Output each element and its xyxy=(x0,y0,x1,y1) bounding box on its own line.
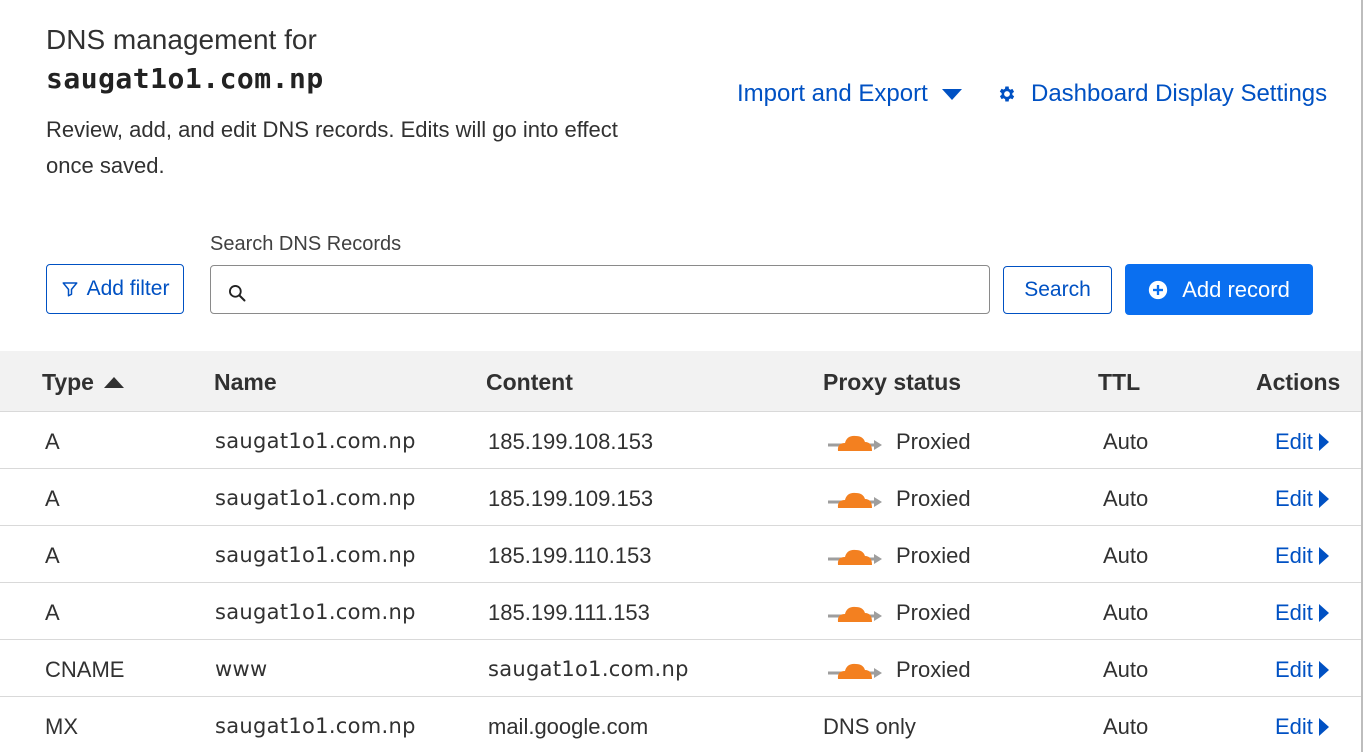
proxy-status: Proxied xyxy=(828,543,971,569)
record-type: A xyxy=(45,543,60,568)
dashboard-display-settings-link[interactable]: Dashboard Display Settings xyxy=(997,80,1327,108)
filter-icon xyxy=(62,282,78,297)
record-content: 185.199.108.153 xyxy=(488,429,654,454)
record-ttl: Auto xyxy=(1103,486,1149,511)
table-row: A saugat1o1.com.np 185.199.110.153 Proxi… xyxy=(0,526,1361,583)
record-ttl: Auto xyxy=(1103,543,1149,568)
proxy-status: Proxied xyxy=(828,429,971,455)
proxy-status-label: DNS only xyxy=(823,714,916,739)
import-export-label: Import and Export xyxy=(737,80,928,107)
record-name: www xyxy=(215,657,268,681)
record-name: saugat1o1.com.np xyxy=(215,543,416,567)
record-ttl: Auto xyxy=(1103,429,1149,454)
column-header-proxy-status[interactable]: Proxy status xyxy=(823,369,961,396)
edit-record-button[interactable]: Edit xyxy=(1275,714,1329,740)
edit-label: Edit xyxy=(1275,543,1313,568)
table-row: A saugat1o1.com.np 185.199.109.153 Proxi… xyxy=(0,469,1361,526)
add-record-button[interactable]: Add record xyxy=(1125,264,1313,315)
record-name: saugat1o1.com.np xyxy=(215,486,416,510)
column-header-type-label: Type xyxy=(42,369,94,395)
column-header-name[interactable]: Name xyxy=(214,369,277,396)
proxy-status-label: Proxied xyxy=(896,657,971,682)
dns-records-table: Type Name Content Proxy status TTL Actio… xyxy=(0,351,1361,753)
page-title-domain: saugat1o1.com.np xyxy=(46,62,324,95)
edit-label: Edit xyxy=(1275,429,1313,454)
proxy-status-label: Proxied xyxy=(896,600,971,625)
table-header-row: Type Name Content Proxy status TTL Actio… xyxy=(0,351,1361,412)
page-description: Review, add, and edit DNS records. Edits… xyxy=(46,117,618,178)
proxy-status-label: Proxied xyxy=(896,486,971,511)
add-filter-button[interactable]: Add filter xyxy=(46,264,184,314)
column-header-actions: Actions xyxy=(1256,369,1341,395)
table-row: CNAME www saugat1o1.com.np Proxied Auto … xyxy=(0,640,1361,697)
chevron-right-icon xyxy=(1318,718,1329,736)
record-type: A xyxy=(45,600,60,625)
chevron-right-icon xyxy=(1318,433,1329,451)
orange-cloud-icon xyxy=(828,663,882,679)
table-row: A saugat1o1.com.np 185.199.108.153 Proxi… xyxy=(0,412,1361,469)
page-title: DNS management for xyxy=(46,24,317,55)
record-name: saugat1o1.com.np xyxy=(215,429,416,453)
edit-label: Edit xyxy=(1275,486,1313,511)
dashboard-display-settings-label: Dashboard Display Settings xyxy=(1031,80,1328,107)
edit-label: Edit xyxy=(1275,657,1313,682)
caret-down-icon xyxy=(941,88,962,100)
proxy-status-label: Proxied xyxy=(896,429,971,454)
proxy-status: DNS only xyxy=(823,714,916,740)
column-header-ttl[interactable]: TTL xyxy=(1098,369,1140,396)
column-header-type[interactable]: Type xyxy=(42,369,124,396)
record-content: 185.199.110.153 xyxy=(488,543,652,568)
record-type: CNAME xyxy=(45,657,125,682)
record-content: saugat1o1.com.np xyxy=(488,657,689,681)
table-row: MX saugat1o1.com.np mail.google.com DNS … xyxy=(0,697,1361,753)
edit-record-button[interactable]: Edit xyxy=(1275,486,1329,512)
import-export-dropdown[interactable]: Import and Export xyxy=(737,80,962,108)
edit-label: Edit xyxy=(1275,600,1313,625)
chevron-right-icon xyxy=(1318,604,1329,622)
record-content: 185.199.111.153 xyxy=(488,600,650,625)
orange-cloud-icon xyxy=(828,435,882,451)
add-filter-label: Add filter xyxy=(86,277,170,300)
plus-circle-icon xyxy=(1149,280,1168,299)
record-ttl: Auto xyxy=(1103,600,1149,625)
gear-icon xyxy=(999,86,1015,102)
search-button[interactable]: Search xyxy=(1003,266,1112,314)
chevron-right-icon xyxy=(1318,661,1329,679)
add-record-label: Add record xyxy=(1182,276,1290,302)
orange-cloud-icon xyxy=(828,606,882,622)
proxy-status: Proxied xyxy=(828,600,971,626)
chevron-right-icon xyxy=(1318,547,1329,565)
record-ttl: Auto xyxy=(1103,657,1149,682)
search-box[interactable] xyxy=(210,265,990,314)
search-input[interactable] xyxy=(255,270,979,310)
record-content: mail.google.com xyxy=(488,714,649,739)
search-icon xyxy=(229,285,246,302)
proxy-status: Proxied xyxy=(828,486,971,512)
record-ttl: Auto xyxy=(1103,714,1149,739)
edit-label: Edit xyxy=(1275,714,1313,739)
orange-cloud-icon xyxy=(828,492,882,508)
record-type: A xyxy=(45,486,60,511)
edit-record-button[interactable]: Edit xyxy=(1275,429,1329,455)
orange-cloud-icon xyxy=(828,549,882,565)
record-content: 185.199.109.153 xyxy=(488,486,654,511)
edit-record-button[interactable]: Edit xyxy=(1275,543,1329,569)
record-name: saugat1o1.com.np xyxy=(215,600,416,624)
proxy-status-label: Proxied xyxy=(896,543,971,568)
table-row: A saugat1o1.com.np 185.199.111.153 Proxi… xyxy=(0,583,1361,640)
sort-ascending-icon xyxy=(103,377,124,388)
search-label: Search DNS Records xyxy=(210,233,402,255)
proxy-status: Proxied xyxy=(828,657,971,683)
edit-record-button[interactable]: Edit xyxy=(1275,657,1329,683)
edit-record-button[interactable]: Edit xyxy=(1275,600,1329,626)
record-name: saugat1o1.com.np xyxy=(215,714,416,738)
record-type: A xyxy=(45,429,60,454)
column-header-content[interactable]: Content xyxy=(486,369,573,396)
record-type: MX xyxy=(45,714,78,739)
chevron-right-icon xyxy=(1318,490,1329,508)
